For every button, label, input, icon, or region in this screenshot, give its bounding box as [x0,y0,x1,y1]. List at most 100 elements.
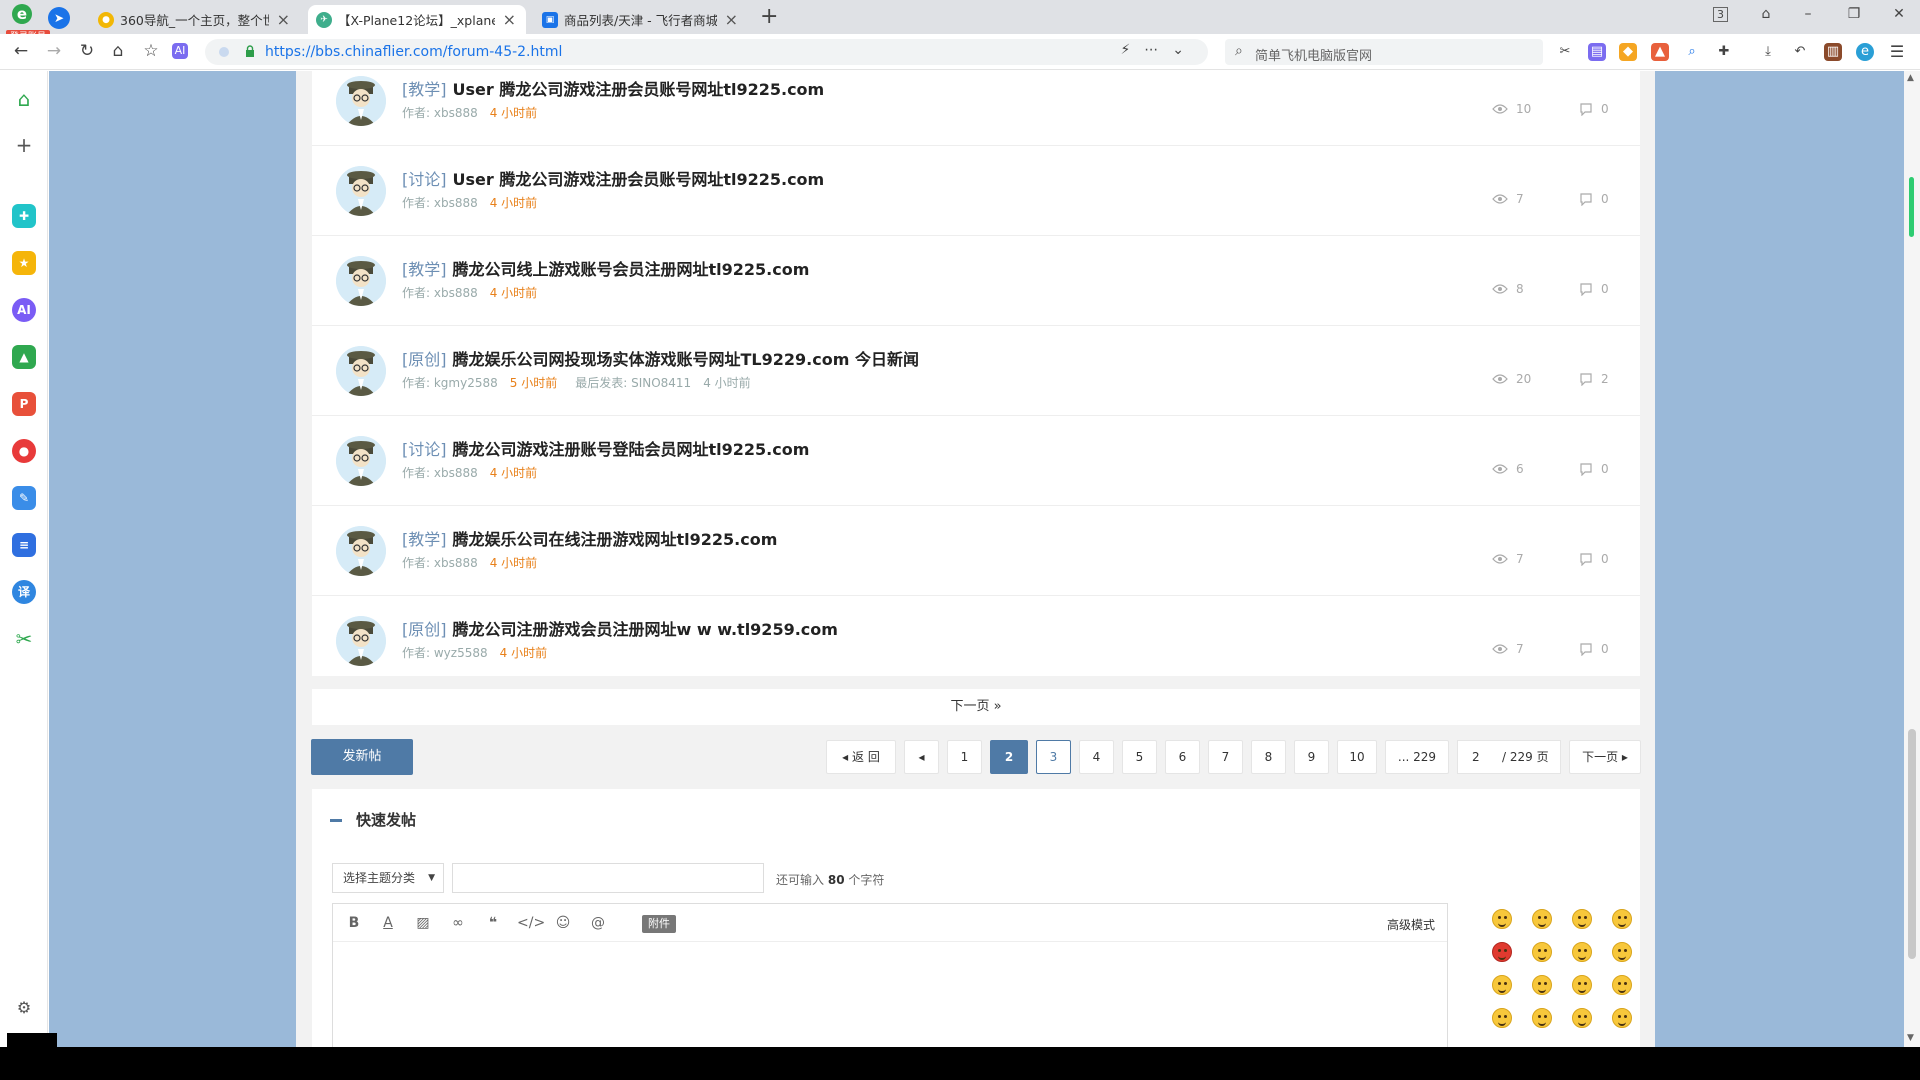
tab-count-icon[interactable]: 3 [1713,7,1728,22]
browser-logo[interactable]: e 登录账号 [6,4,50,44]
scroll-thumb[interactable] [1908,729,1916,959]
thread-tag[interactable]: [讨论] [402,440,447,459]
smiley-icon[interactable] [1572,975,1592,995]
avatar[interactable] [336,616,386,666]
thread-title-text[interactable]: 腾龙娱乐公司在线注册游戏网址tl9225.com [453,530,778,549]
edge-icon[interactable]: e [1856,43,1874,61]
close-tab-icon[interactable]: × [725,10,738,29]
smiley-icon[interactable] [1492,975,1512,995]
thread-row[interactable]: [原创] 腾龙娱乐公司网投现场实体游戏账号网址TL9229.com 今日新闻 作者… [312,326,1640,416]
collapse-icon[interactable] [330,819,342,822]
pinned-tab-icon[interactable]: ➤ [48,7,70,29]
thread-row[interactable]: [教学] 腾龙公司线上游戏账号会员注册网址tl9225.com 作者: xbs88… [312,236,1640,326]
thread-author[interactable]: 作者: wyz5588 [402,646,488,660]
thread-title-text[interactable]: 腾龙公司线上游戏账号会员注册网址tl9225.com [453,260,810,279]
new-tab-button[interactable]: + [760,4,778,29]
mention-icon[interactable]: @ [587,913,609,933]
star-app-icon[interactable]: ★ [12,251,36,275]
smiley-icon[interactable] [1532,909,1552,929]
angry-smiley-icon[interactable] [1492,942,1512,962]
reload-icon[interactable]: ↻ [77,42,97,60]
back-icon[interactable]: ← [11,42,31,60]
tab-xplane-forum[interactable]: ✈ 【X-Plane12论坛】_xplane社 × [308,5,526,34]
scissors-sidebar-icon[interactable]: ✂ [12,627,36,651]
smiley-icon[interactable] [1572,942,1592,962]
scroll-down-icon[interactable]: ▼ [1907,1033,1914,1043]
thread-title-text[interactable]: 腾龙公司注册游戏会员注册网址w w w.tl9259.com [453,620,838,639]
game-icon[interactable]: ▲ [1651,43,1669,61]
home-sidebar-icon[interactable]: ⌂ [12,87,36,111]
emoji-icon[interactable]: ☺ [552,913,574,933]
page-4[interactable]: 4 [1079,740,1114,774]
thread-author[interactable]: 作者: kgmy2588 [402,376,498,390]
thread-row[interactable]: [教学] User 腾龙公司游戏注册会员账号网址tl9225.com 作者: xb… [312,56,1640,146]
close-tab-icon[interactable]: × [503,10,516,29]
minimize-icon[interactable]: – [1797,6,1819,22]
site-info-icon[interactable] [219,47,229,57]
thread-title[interactable]: [原创] 腾龙娱乐公司网投现场实体游戏账号网址TL9229.com 今日新闻 [402,346,919,370]
thread-title[interactable]: [教学] User 腾龙公司游戏注册会员账号网址tl9225.com [402,76,824,100]
menu-icon[interactable]: ☰ [1888,43,1906,61]
home-icon[interactable]: ⌂ [108,42,128,60]
thread-title-text[interactable]: User 腾龙公司游戏注册会员账号网址tl9225.com [453,80,825,99]
favorites-icon[interactable]: ☆ [141,42,161,60]
smiley-icon[interactable] [1532,975,1552,995]
thread-title-text[interactable]: 腾龙公司游戏注册账号登陆会员网址tl9225.com [453,440,810,459]
undo-icon[interactable]: ↶ [1791,43,1809,61]
tab-360-nav[interactable]: ● 360导航_一个主页，整个世界 × [90,5,300,34]
page-9[interactable]: 9 [1294,740,1329,774]
prev-page-button[interactable]: ◂ [904,740,939,774]
thread-row[interactable]: [教学] 腾龙娱乐公司在线注册游戏网址tl9225.com 作者: xbs888 4… [312,506,1640,596]
page-5[interactable]: 5 [1122,740,1157,774]
ai-app-icon[interactable]: AI [12,298,36,322]
page-8[interactable]: 8 [1251,740,1286,774]
translate-icon[interactable]: 译 [12,580,36,604]
thread-tag[interactable]: [讨论] [402,170,447,189]
avatar[interactable] [336,436,386,486]
thread-author[interactable]: 作者: xbs888 [402,196,478,210]
scroll-up-icon[interactable]: ▲ [1907,73,1914,83]
page-scrollbar[interactable]: ▲ ▼ [1904,71,1920,1047]
thread-row[interactable]: [原创] 腾龙公司注册游戏会员注册网址w w w.tl9259.com 作者: w… [312,596,1640,686]
thread-title[interactable]: [原创] 腾龙公司注册游戏会员注册网址w w w.tl9259.com [402,616,838,640]
image-ai-icon[interactable]: ▲ [12,345,36,369]
thread-title[interactable]: [讨论] User 腾龙公司游戏注册会员账号网址tl9225.com [402,166,824,190]
close-tab-icon[interactable]: × [277,10,290,29]
advanced-mode-link[interactable]: 高级模式 [1387,916,1435,933]
add-icon[interactable]: + [12,133,36,157]
thread-title[interactable]: [教学] 腾龙娱乐公司在线注册游戏网址tl9225.com [402,526,777,550]
magnifier-icon[interactable]: ⌕ [1683,43,1701,61]
forward-icon[interactable]: → [44,42,64,60]
page-7[interactable]: 7 [1208,740,1243,774]
close-window-icon[interactable]: ✕ [1888,6,1910,22]
bold-icon[interactable]: B [343,913,365,933]
thread-tag[interactable]: [教学] [402,80,447,99]
new-post-button[interactable]: 发新帖 [311,739,413,775]
page-2-current[interactable]: 2 [990,740,1028,774]
thread-row[interactable]: [讨论] User 腾龙公司游戏注册会员账号网址tl9225.com 作者: xb… [312,146,1640,236]
page-jump-input[interactable]: 2 [1472,741,1480,773]
subject-input[interactable] [452,863,764,893]
thread-title[interactable]: [讨论] 腾龙公司游戏注册账号登陆会员网址tl9225.com [402,436,809,460]
puzzle-icon[interactable]: ✚ [1715,43,1733,61]
smiley-icon[interactable] [1532,1008,1552,1028]
thread-title[interactable]: [教学] 腾龙公司线上游戏账号会员注册网址tl9225.com [402,256,809,280]
tab-shop[interactable]: ▣ 商品列表/天津 - 飞行者商城 × [534,5,748,34]
smiley-icon[interactable] [1572,909,1592,929]
thread-author[interactable]: 作者: xbs888 [402,556,478,570]
avatar[interactable] [336,76,386,126]
smiley-icon[interactable] [1612,909,1632,929]
thread-title-text[interactable]: 腾龙娱乐公司网投现场实体游戏账号网址TL9229.com 今日新闻 [453,350,919,369]
thread-tag[interactable]: [原创] [402,350,447,369]
thread-last-post[interactable]: 最后发表: SINO8411 [575,376,691,390]
next-page-button[interactable]: 下一页 ▸ [1569,740,1641,774]
page-1[interactable]: 1 [947,740,982,774]
ai-icon[interactable]: AI [172,43,188,59]
thread-tag[interactable]: [教学] [402,260,447,279]
attachment-button[interactable]: 附件 [642,915,676,933]
image-icon[interactable]: ▨ [412,913,434,933]
smiley-icon[interactable] [1572,1008,1592,1028]
pdf-ai-icon[interactable]: P [12,392,36,416]
restore-icon[interactable]: ❐ [1843,6,1865,22]
back-button[interactable]: ◂ 返 回 [826,740,896,774]
